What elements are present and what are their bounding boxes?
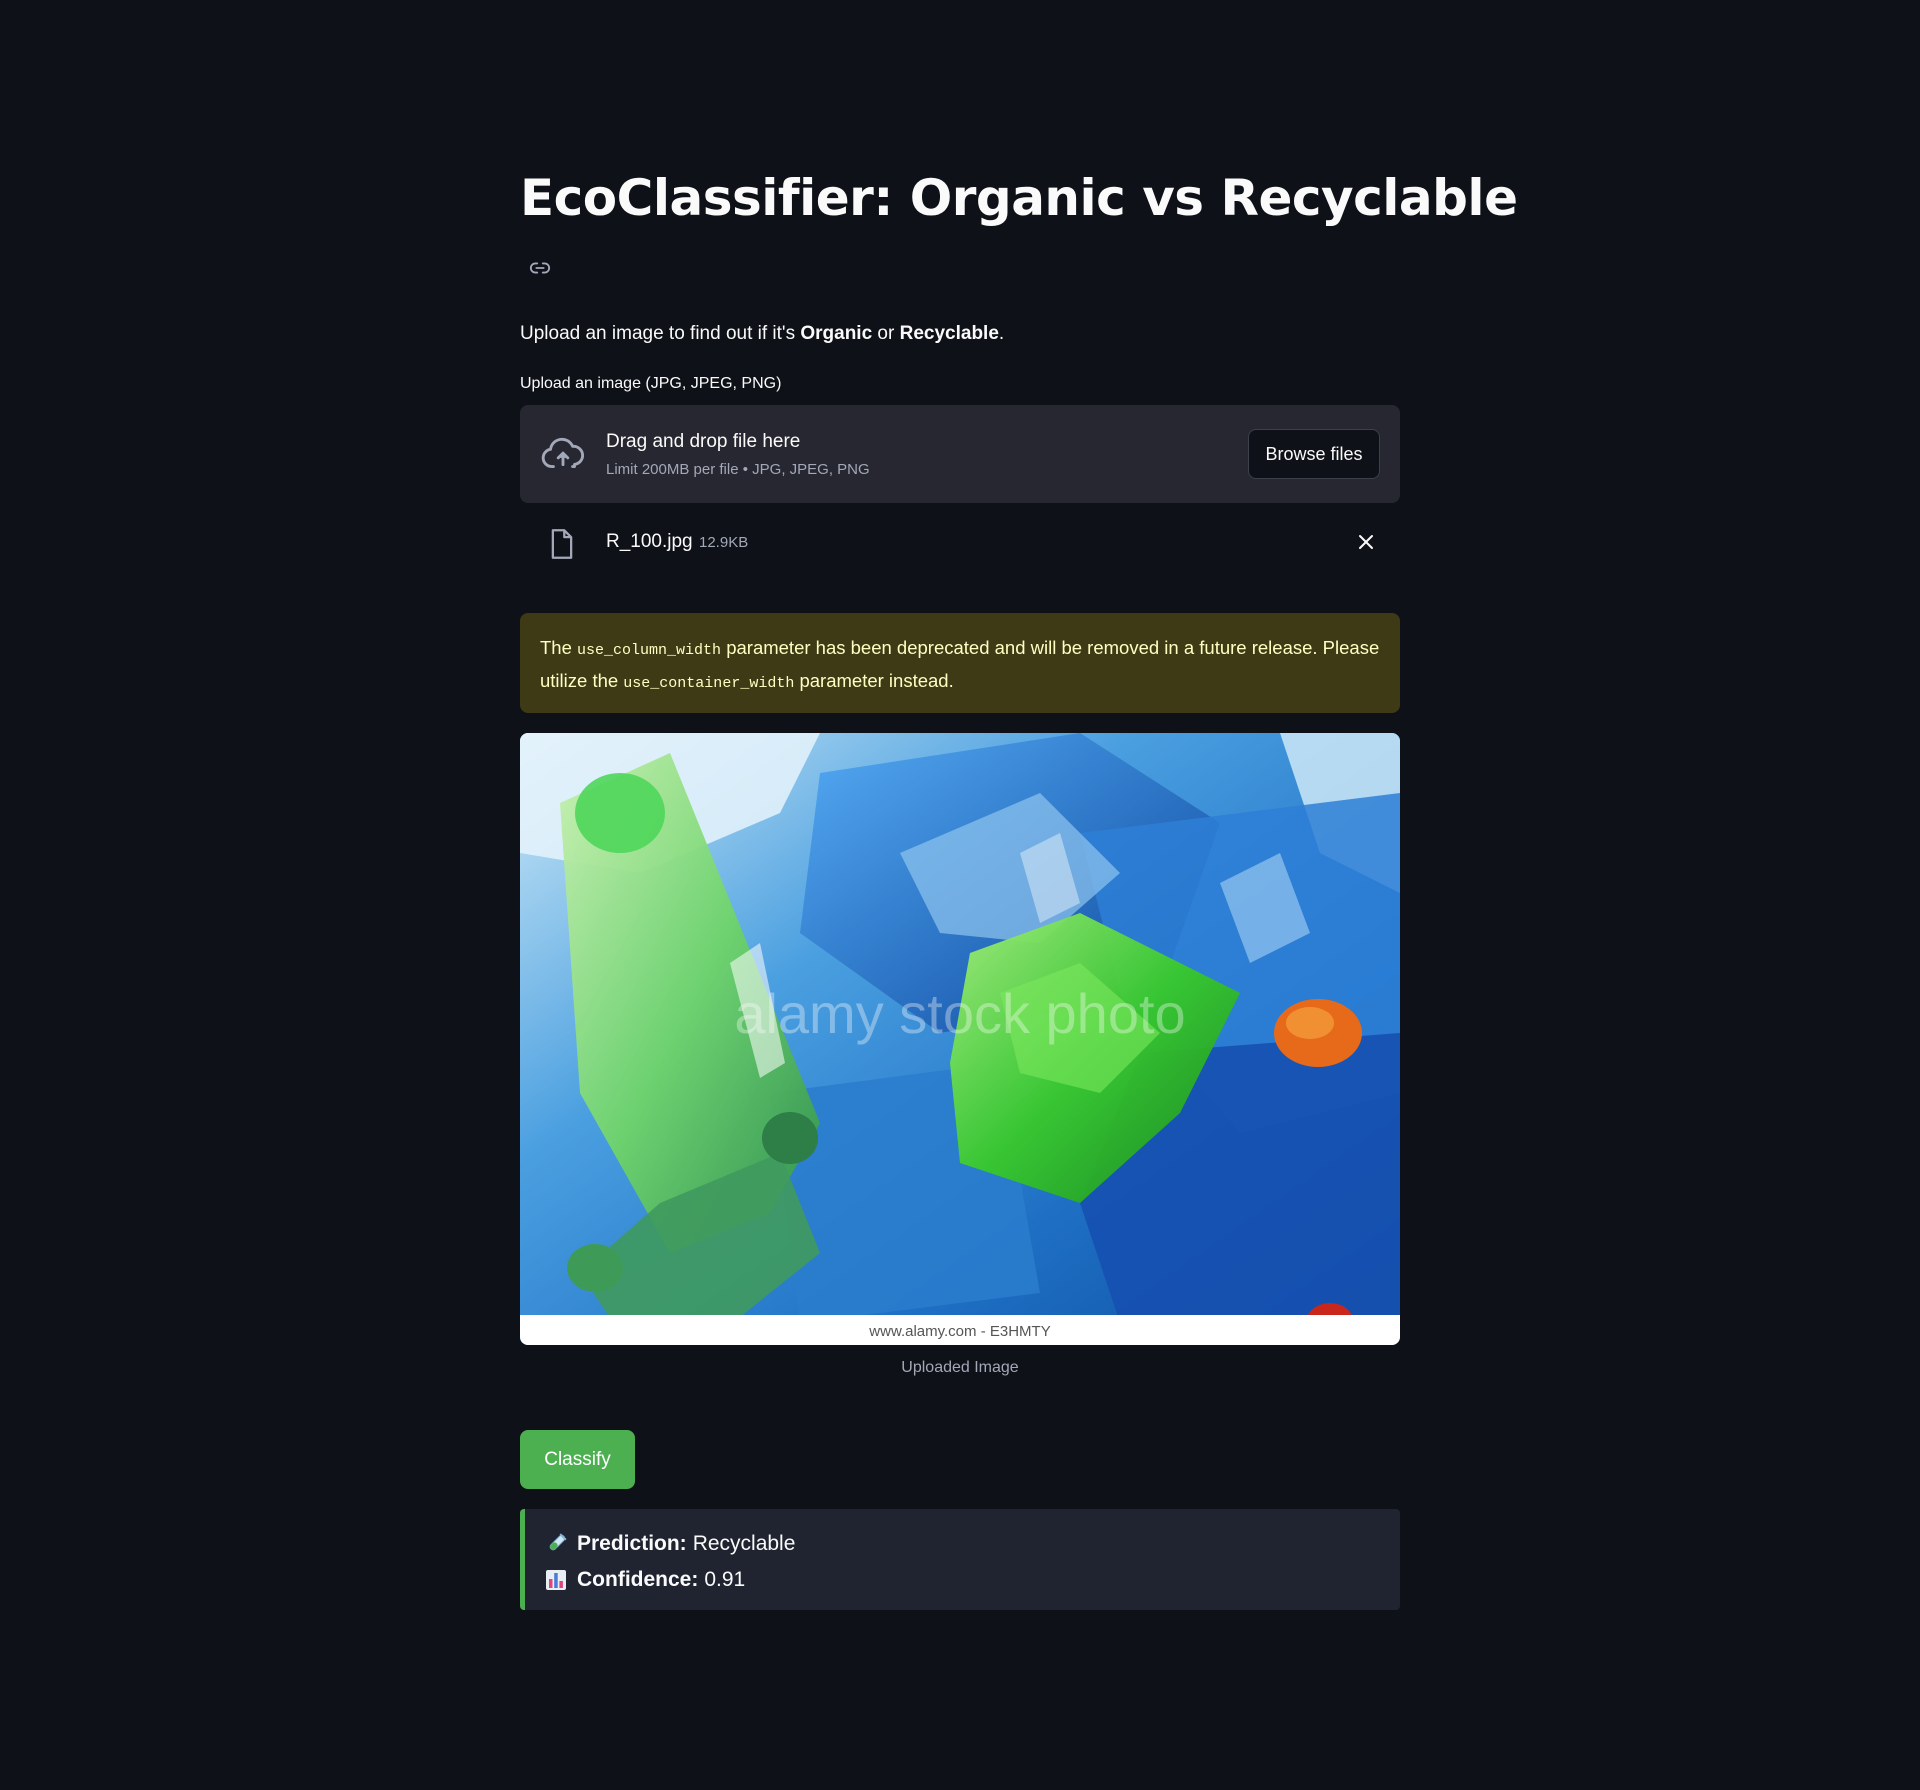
file-name: R_100.jpg <box>606 531 693 552</box>
warning-code-2: use_container_width <box>623 675 795 692</box>
test-tube-icon <box>549 1533 567 1551</box>
file-icon <box>547 528 577 560</box>
file-size: 12.9KB <box>699 534 749 551</box>
link-icon[interactable] <box>528 256 552 280</box>
image-caption: Uploaded Image <box>901 1359 1019 1376</box>
cloud-upload-icon <box>540 432 586 478</box>
uploaded-image: alamy stock photo www.alamy.com - E3HMTY <box>520 733 1400 1345</box>
intro-prefix: Upload an image to find out if it's <box>520 323 801 344</box>
intro-organic: Organic <box>800 323 873 344</box>
intro-recyclable: Recyclable <box>899 323 999 344</box>
dropzone-limit: Limit 200MB per file • JPG, JPEG, PNG <box>606 461 870 478</box>
warning-code-1: use_column_width <box>577 642 722 659</box>
prediction-result: Prediction: Recyclable Confidence: 0.91 <box>520 1509 1400 1610</box>
browse-files-button[interactable]: Browse files <box>1248 429 1380 479</box>
intro-text: Upload an image to find out if it's Orga… <box>520 320 1004 348</box>
confidence-label: Confidence: <box>577 1568 699 1591</box>
file-dropzone[interactable]: Drag and drop file here Limit 200MB per … <box>520 405 1400 503</box>
prediction-line: Prediction: Recyclable <box>545 1529 795 1559</box>
intro-suffix: . <box>998 323 1005 344</box>
confidence-value: 0.91 <box>704 1568 746 1591</box>
page-title: EcoClassifier: Organic vs Recyclable <box>520 169 1518 227</box>
bar-chart-icon <box>546 1570 566 1590</box>
watermark-text: alamy stock photo <box>734 982 1185 1045</box>
close-icon <box>1359 535 1373 549</box>
warning-text-3: parameter instead. <box>794 670 954 691</box>
classify-button[interactable]: Classify <box>520 1430 635 1489</box>
prediction-value: Recyclable <box>692 1532 796 1555</box>
confidence-line: Confidence: 0.91 <box>545 1565 745 1595</box>
remove-file-button[interactable] <box>1354 530 1378 554</box>
dropzone-title: Drag and drop file here <box>606 431 801 452</box>
image-footer-text: www.alamy.com - E3HMTY <box>868 1323 1050 1340</box>
intro-or: or <box>872 323 900 344</box>
upload-label: Upload an image (JPG, JPEG, PNG) <box>520 375 782 392</box>
warning-text-1: The <box>540 637 578 658</box>
prediction-label: Prediction: <box>577 1532 687 1555</box>
deprecation-warning: The use_column_width parameter has been … <box>520 613 1400 713</box>
uploaded-file-row: R_100.jpg 12.9KB <box>520 520 1400 564</box>
